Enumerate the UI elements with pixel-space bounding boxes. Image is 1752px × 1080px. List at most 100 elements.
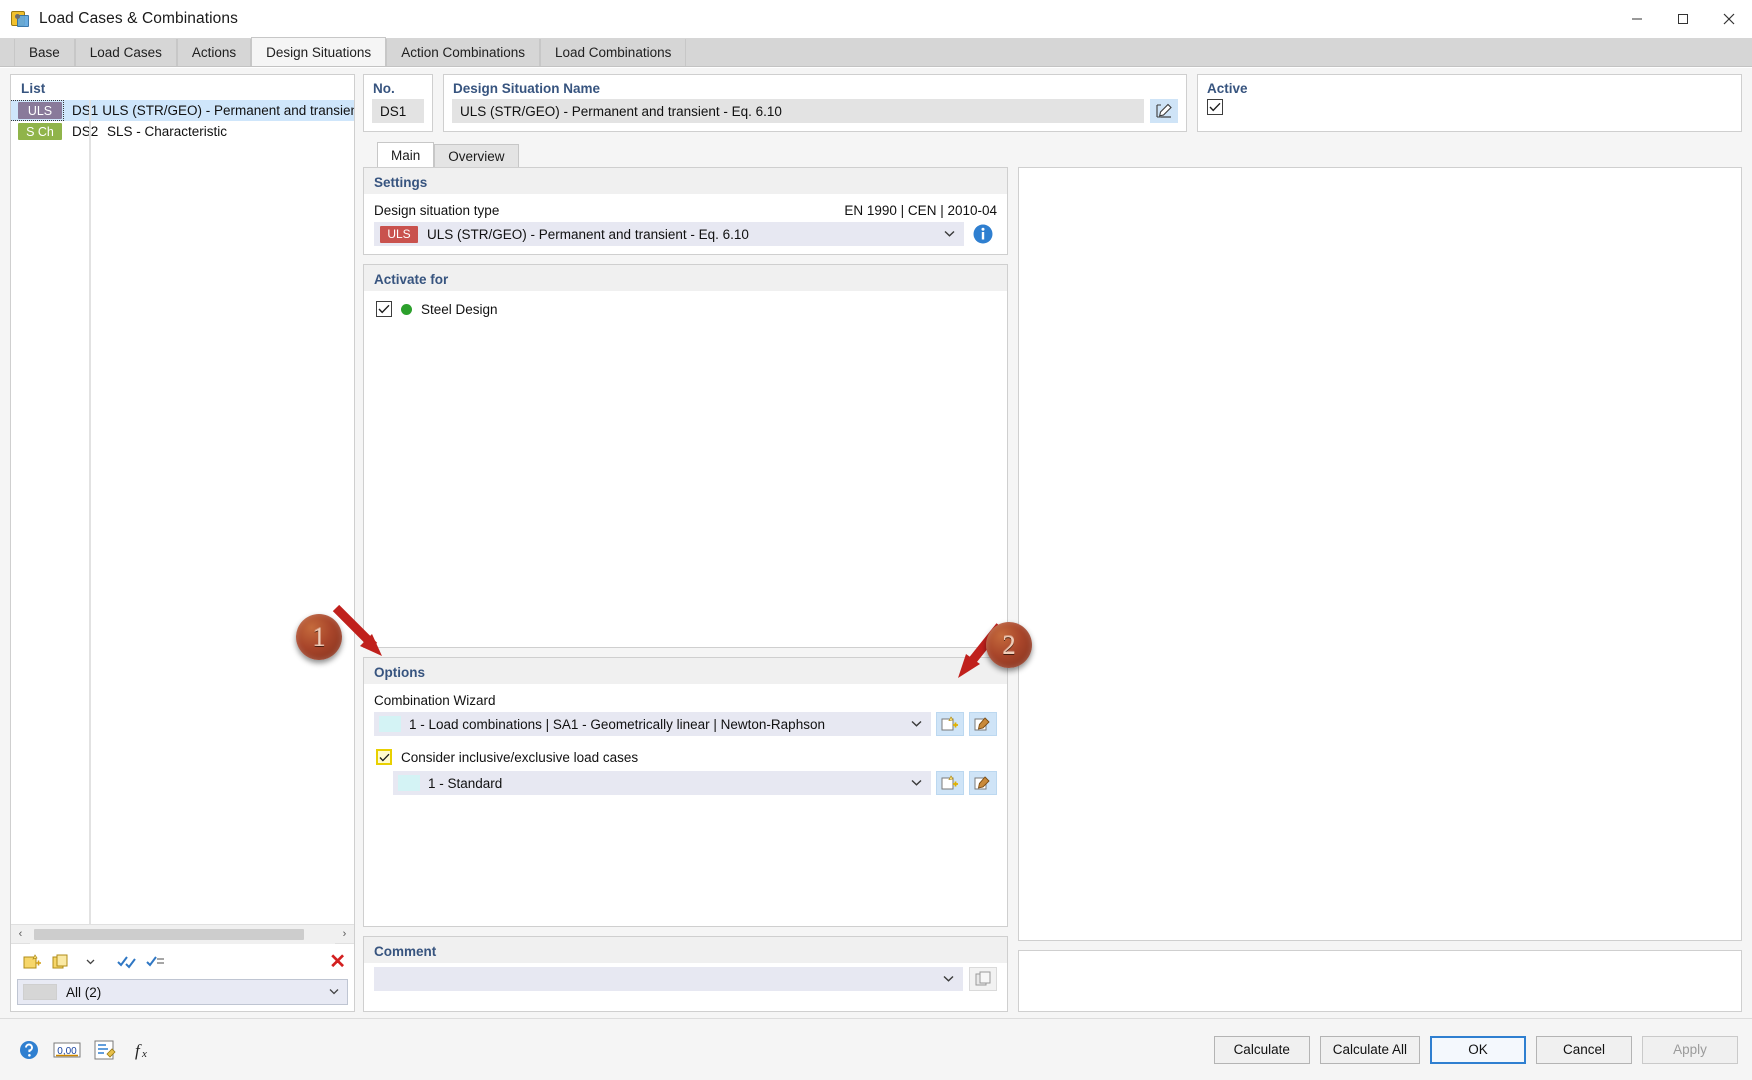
list-item[interactable]: ULS DS1 ULS (STR/GEO) - Permanent and tr…: [11, 100, 354, 121]
scroll-left-icon[interactable]: ‹: [11, 924, 30, 944]
comment-input[interactable]: [374, 967, 963, 991]
tab-overview[interactable]: Overview: [434, 144, 519, 167]
relation-swatch: [398, 775, 420, 791]
ok-button[interactable]: OK: [1430, 1035, 1526, 1064]
design-situation-type-combo[interactable]: ULS ULS (STR/GEO) - Permanent and transi…: [374, 222, 964, 246]
edit-name-icon[interactable]: [1150, 99, 1178, 123]
annotation-badge-2: 2: [986, 622, 1032, 668]
list-horizontal-scrollbar[interactable]: ‹ ›: [11, 924, 354, 944]
list-item-no: DS1: [72, 103, 99, 118]
status-badge: ULS: [18, 102, 62, 119]
new-relation-icon[interactable]: [936, 771, 964, 795]
copy-comment-icon[interactable]: [969, 967, 997, 991]
copy-item-icon[interactable]: [48, 950, 74, 974]
tab-action-combinations[interactable]: Action Combinations: [386, 39, 541, 66]
chevron-down-icon[interactable]: [944, 228, 955, 240]
badge-wrapper: ULS: [11, 100, 64, 121]
settings-header: Settings: [364, 168, 1007, 194]
scroll-track[interactable]: [30, 924, 335, 944]
preview-footer-panel: [1018, 950, 1742, 1012]
chevron-down-icon[interactable]: [911, 777, 922, 789]
list-item-no: DS2: [72, 124, 99, 139]
settings-icon[interactable]: [90, 1036, 120, 1064]
function-icon[interactable]: fx: [128, 1036, 158, 1064]
wizard-swatch: [379, 716, 401, 732]
list-rows: ULS DS1 ULS (STR/GEO) - Permanent and tr…: [11, 100, 354, 924]
chevron-down-icon[interactable]: [943, 973, 954, 985]
new-wizard-icon[interactable]: [936, 712, 964, 736]
settings-section: Settings Design situation type EN 1990 |…: [363, 167, 1008, 255]
load-case-relation-combo[interactable]: 1 - Standard: [393, 771, 931, 795]
combination-wizard-label: Combination Wizard: [374, 693, 496, 708]
chevron-down-icon[interactable]: [329, 986, 339, 998]
detail-right-content: [1018, 167, 1742, 1012]
cancel-button[interactable]: Cancel: [1536, 1035, 1632, 1064]
comment-section: Comment: [363, 936, 1008, 1012]
steel-design-checkbox[interactable]: [376, 301, 392, 317]
detail-top-row: No. DS1 Design Situation Name ULS (STR/G…: [363, 74, 1742, 132]
combination-wizard-value: 1 - Load combinations | SA1 - Geometrica…: [409, 716, 825, 732]
maximize-button[interactable]: [1660, 0, 1706, 38]
status-dot-icon: [401, 303, 412, 315]
list-filter-combo[interactable]: All (2): [17, 979, 348, 1005]
active-checkbox[interactable]: [1207, 99, 1223, 115]
standard-label: EN 1990 | CEN | 2010-04: [844, 203, 997, 218]
app-icon: [10, 9, 30, 29]
svg-text:f: f: [135, 1041, 142, 1060]
design-situation-name-input[interactable]: ULS (STR/GEO) - Permanent and transient …: [452, 99, 1144, 123]
badge-wrapper: S Ch: [11, 122, 63, 141]
combination-wizard-combo[interactable]: 1 - Load combinations | SA1 - Geometrica…: [374, 712, 931, 736]
detail-tab-strip: Main Overview: [363, 142, 1742, 167]
chevron-down-icon[interactable]: [911, 718, 922, 730]
tab-actions[interactable]: Actions: [176, 39, 252, 66]
consider-inclusive-exclusive-label: Consider inclusive/exclusive load cases: [401, 749, 639, 765]
units-icon[interactable]: 0,00: [52, 1036, 82, 1064]
calculate-button[interactable]: Calculate: [1213, 1035, 1310, 1064]
consider-inclusive-exclusive-checkbox[interactable]: [376, 749, 392, 765]
new-item-icon[interactable]: [19, 950, 45, 974]
close-button[interactable]: [1706, 0, 1752, 38]
list-header: List: [21, 81, 46, 96]
active-field-group: Active: [1197, 74, 1742, 132]
design-situations-list-panel: List ULS DS1 ULS (STR/GEO) - Permanent a…: [10, 74, 355, 1012]
detail-left-content: Settings Design situation type EN 1990 |…: [363, 167, 1008, 1012]
no-label: No.: [373, 81, 395, 96]
scroll-right-icon[interactable]: ›: [335, 924, 354, 944]
info-icon[interactable]: [969, 222, 997, 246]
list-item-label: SLS - Characteristic: [107, 124, 228, 139]
calculate-all-button[interactable]: Calculate All: [1319, 1035, 1420, 1064]
edit-wizard-icon[interactable]: [969, 712, 997, 736]
active-label: Active: [1207, 81, 1248, 96]
minimize-button[interactable]: [1614, 0, 1660, 38]
scroll-thumb[interactable]: [34, 928, 304, 940]
no-value: DS1: [372, 99, 424, 123]
help-icon[interactable]: [14, 1036, 44, 1064]
tab-design-situations[interactable]: Design Situations: [251, 37, 387, 66]
check-all-icon[interactable]: [113, 950, 139, 974]
footer-buttons: Calculate Calculate All OK Cancel Apply: [1213, 1035, 1738, 1064]
options-section: Options Combination Wizard 1 - Load comb…: [363, 657, 1008, 927]
edit-relation-icon[interactable]: [969, 771, 997, 795]
title-bar: Load Cases & Combinations: [0, 0, 1752, 38]
detail-panel: No. DS1 Design Situation Name ULS (STR/G…: [363, 74, 1742, 1012]
status-badge: S Ch: [18, 123, 62, 140]
tab-load-combinations[interactable]: Load Combinations: [540, 39, 687, 66]
list-item[interactable]: S Ch DS2 SLS - Characteristic: [11, 121, 354, 142]
name-label: Design Situation Name: [453, 81, 601, 96]
no-field-group: No. DS1: [363, 74, 433, 132]
uncheck-all-icon[interactable]: [142, 950, 168, 974]
list-toolbar: ✕: [11, 943, 354, 979]
annotation-badge-1: 1: [296, 614, 342, 660]
filter-swatch: [23, 984, 57, 1000]
chevron-down-icon[interactable]: [77, 950, 103, 974]
options-header: Options: [364, 658, 1007, 684]
red-x-icon[interactable]: ✕: [329, 952, 346, 972]
list-filter-label: All (2): [66, 984, 102, 1000]
tab-load-cases[interactable]: Load Cases: [74, 39, 177, 66]
tab-base[interactable]: Base: [14, 39, 75, 66]
apply-button[interactable]: Apply: [1642, 1035, 1738, 1064]
list-item-label: ULS (STR/GEO) - Permanent and transient …: [102, 103, 354, 118]
detail-content: Settings Design situation type EN 1990 |…: [363, 167, 1742, 1012]
tab-main[interactable]: Main: [377, 142, 435, 167]
preview-panel: [1018, 167, 1742, 941]
